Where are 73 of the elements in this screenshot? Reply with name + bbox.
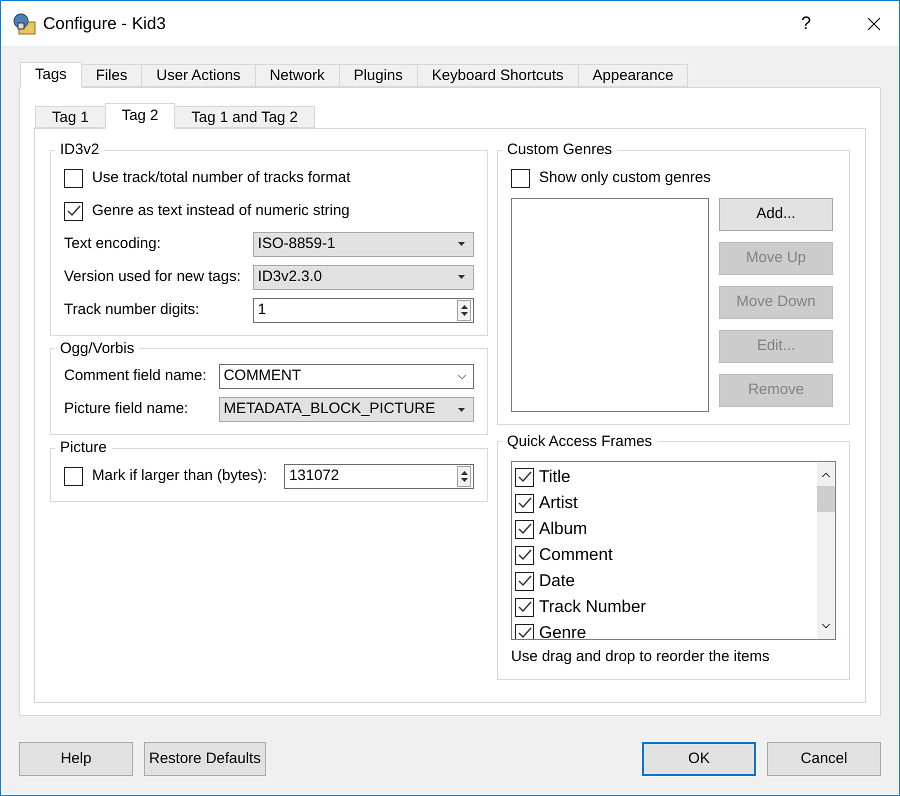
- field-label: Picture field name:: [64, 399, 190, 420]
- tab[interactable]: Tag 2: [104, 103, 176, 129]
- checkmark-icon: [518, 575, 532, 587]
- dialog-button[interactable]: Cancel: [767, 742, 881, 776]
- checkbox[interactable]: [511, 168, 530, 188]
- tab[interactable]: Tag 1: [35, 106, 106, 128]
- checkbox[interactable]: [515, 572, 534, 590]
- dialog-button[interactable]: Help: [19, 742, 133, 776]
- checkbox[interactable]: [515, 624, 534, 639]
- checkmark-icon: [518, 471, 532, 483]
- list-item[interactable]: Genre: [539, 620, 586, 639]
- app-icon: [11, 12, 37, 36]
- checkbox[interactable]: [64, 168, 83, 188]
- list-item[interactable]: Artist: [539, 490, 578, 516]
- combo-box[interactable]: COMMENT: [218, 364, 474, 389]
- field-label: Comment field name:: [64, 366, 208, 386]
- dropdown[interactable]: METADATA_BLOCK_PICTURE: [218, 397, 474, 422]
- checkbox[interactable]: [515, 520, 534, 538]
- tab[interactable]: Network: [254, 64, 340, 87]
- spin-arrows-icon[interactable]: [457, 300, 471, 320]
- checkbox[interactable]: [64, 466, 83, 486]
- checkmark-icon: [518, 601, 532, 613]
- window-title: Configure - Kid3: [43, 12, 167, 35]
- list-button[interactable]: Add...: [719, 198, 833, 230]
- dropdown[interactable]: ID3v2.3.0: [252, 264, 474, 290]
- checkmark-icon: [518, 523, 532, 535]
- checkbox-label: Mark if larger than (bytes):: [92, 466, 268, 486]
- tab[interactable]: Tags: [20, 62, 82, 88]
- tab[interactable]: Appearance: [578, 64, 688, 87]
- tab[interactable]: Files: [80, 64, 142, 87]
- list-item[interactable]: Track Number: [539, 594, 646, 620]
- help-button[interactable]: ?: [783, 10, 829, 37]
- field-label: Track number digits:: [64, 300, 200, 320]
- checkbox[interactable]: [64, 202, 83, 220]
- group-title: Ogg/Vorbis: [59, 338, 136, 358]
- spin-arrows-icon[interactable]: [457, 466, 471, 486]
- spin-box[interactable]: 1: [252, 298, 474, 322]
- dropdown-arrow-icon: [458, 275, 465, 279]
- group-title: Quick Access Frames: [506, 432, 654, 452]
- field-label: Text encoding:: [64, 234, 162, 254]
- checkbox-label: Show only custom genres: [539, 168, 711, 188]
- checkbox[interactable]: [515, 546, 534, 564]
- checkbox[interactable]: [515, 468, 534, 486]
- checkbox-label: Use track/total number of tracks format: [92, 168, 350, 188]
- checkmark-icon: [66, 205, 80, 217]
- hint-text: Use drag and drop to reorder the items: [511, 647, 770, 667]
- scrollbar[interactable]: [817, 462, 835, 639]
- group-title: ID3v2: [59, 140, 100, 160]
- field-label: Version used for new tags:: [64, 266, 242, 287]
- tab[interactable]: Tag 1 and Tag 2: [174, 106, 315, 128]
- frame-list[interactable]: Title Artist Album Comment Date Track Number Genre: [511, 461, 836, 640]
- checkmark-icon: [518, 549, 532, 561]
- dialog-button[interactable]: Restore Defaults: [144, 742, 266, 776]
- spin-box[interactable]: 131072: [284, 464, 474, 488]
- dialog-button[interactable]: OK: [642, 742, 756, 776]
- list-item[interactable]: Album: [539, 516, 588, 542]
- dropdown[interactable]: ISO-8859-1: [252, 232, 474, 256]
- list-item[interactable]: Comment: [539, 542, 613, 568]
- list-item[interactable]: Title: [539, 464, 570, 490]
- group-title: Custom Genres: [506, 140, 614, 160]
- dropdown-arrow-icon: [458, 408, 465, 412]
- group-title: Picture: [59, 438, 108, 458]
- list-item[interactable]: Date: [539, 568, 575, 594]
- checkbox[interactable]: [515, 494, 534, 512]
- checkbox-label: Genre as text instead of numeric string: [92, 200, 350, 221]
- tab[interactable]: Plugins: [338, 64, 418, 87]
- checkmark-icon: [518, 497, 532, 509]
- tab[interactable]: Keyboard Shortcuts: [416, 64, 579, 87]
- scroll-thumb[interactable]: [817, 486, 835, 512]
- dropdown-arrow-icon: [458, 242, 465, 246]
- tab[interactable]: User Actions: [141, 64, 256, 87]
- checkmark-icon: [518, 627, 532, 639]
- checkbox[interactable]: [515, 598, 534, 616]
